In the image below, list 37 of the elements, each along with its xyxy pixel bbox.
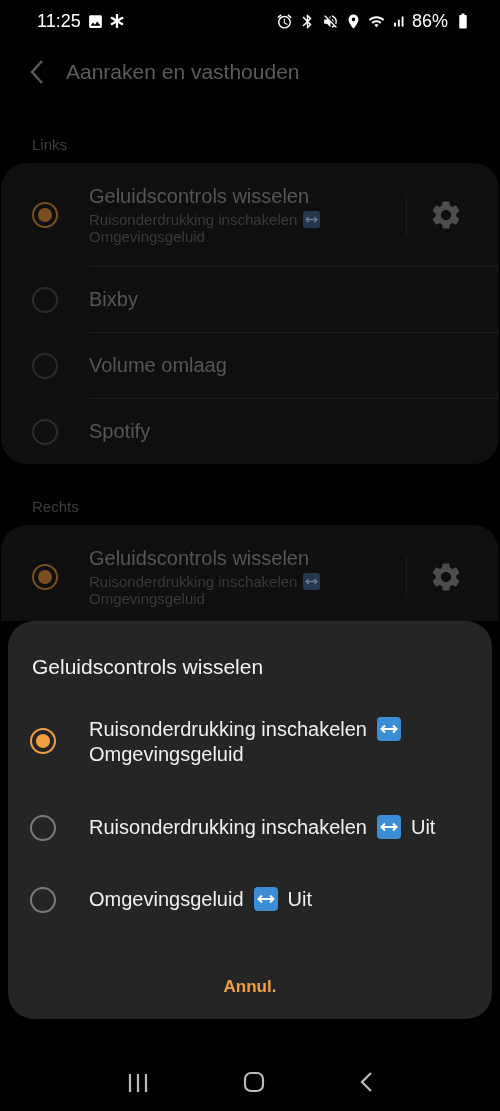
option-label: Ruisonderdrukking inschakelen	[89, 815, 367, 839]
option-label: Omgevingsgeluid	[89, 743, 244, 766]
asterisk-icon	[109, 14, 124, 28]
option-title: Bixby	[89, 288, 138, 311]
home-icon[interactable]	[243, 1071, 265, 1093]
option-label: Ruisonderdrukking inschakelen	[89, 717, 367, 741]
swap-arrows-icon	[376, 717, 401, 741]
swap-arrows-icon	[303, 572, 321, 590]
radio-button[interactable]	[30, 728, 56, 754]
option-label: Uit	[410, 815, 436, 839]
option-label: Uit	[287, 887, 312, 911]
swap-arrows-icon	[253, 887, 278, 911]
option-title: Spotify	[89, 420, 151, 443]
swap-arrows-icon	[303, 210, 321, 228]
section-label: Links	[31, 135, 69, 155]
option-title: Geluidscontrols wisselen	[89, 184, 311, 208]
dialog-title: Geluidscontrols wisselen	[31, 655, 265, 680]
swap-arrows-icon	[376, 815, 401, 839]
radio-button[interactable]	[32, 563, 58, 590]
battery-percentage: 86%	[411, 10, 448, 32]
section-label: Rechts	[31, 497, 80, 517]
radio-button[interactable]	[30, 887, 56, 913]
radio-button[interactable]	[32, 352, 58, 379]
image-icon	[86, 12, 104, 30]
radio-button[interactable]	[32, 201, 58, 228]
page-title: Aanraken en vasthouden	[66, 60, 300, 84]
option-title: Geluidscontrols wisselen	[89, 546, 311, 570]
radio-button[interactable]	[32, 286, 58, 313]
option-title: Volume omlaag	[89, 354, 227, 377]
recent-apps-icon[interactable]	[127, 1073, 149, 1093]
alarm-icon	[275, 12, 293, 30]
radio-button[interactable]	[30, 815, 56, 841]
cancel-button[interactable]: Annul.	[199, 963, 301, 1011]
option-label: Omgevingsgeluid	[89, 887, 244, 911]
radio-button[interactable]	[32, 418, 58, 445]
back-icon[interactable]	[359, 1071, 373, 1093]
status-time: 11:25	[37, 10, 81, 32]
